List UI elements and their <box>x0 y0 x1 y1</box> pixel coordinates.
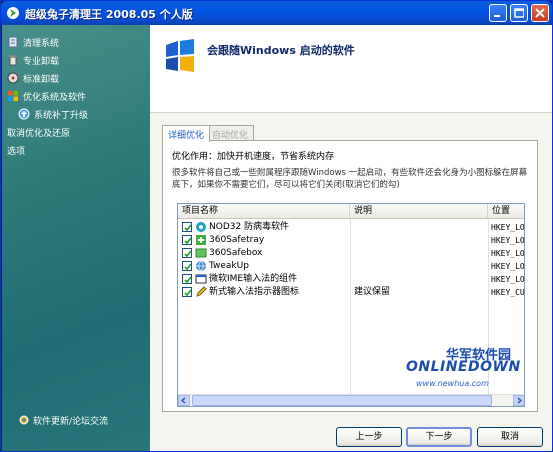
table-row[interactable]: TweakUp HKEY_LO <box>178 260 525 273</box>
checkmark-icon <box>184 289 192 297</box>
sidebar-item-label: 标准卸载 <box>23 74 60 85</box>
sidebar-item-optimize[interactable]: 优化系统及软件 <box>7 88 86 104</box>
tab-detailed[interactable]: 详细优化 <box>162 125 211 142</box>
page-header: 会跟随Windows 启动的软件 <box>150 25 552 113</box>
pen-icon <box>196 286 207 297</box>
sidebar-item-label: 选项 <box>7 146 26 157</box>
sidebar-item-label: 清理系统 <box>23 38 60 49</box>
green-box-icon <box>195 248 207 258</box>
close-icon <box>535 8 545 18</box>
row-checkbox[interactable] <box>182 235 192 245</box>
row-name: NOD32 防病毒软件 <box>209 222 290 232</box>
chevron-left-icon <box>180 397 186 404</box>
list-header: 项目名称 说明 位置 <box>178 204 524 219</box>
row-location: HKEY_LO <box>491 249 525 258</box>
update-forum-link[interactable]: 软件更新/论坛交流 <box>18 413 108 427</box>
maximize-button[interactable] <box>510 4 528 22</box>
checkmark-icon <box>184 224 192 232</box>
checkmark-icon <box>184 263 192 271</box>
tab-panel: 优化作用：加快开机速度，节省系统内存 很多软件将自己或一些附属程序跟随Windo… <box>162 140 538 412</box>
row-desc <box>354 221 486 234</box>
window-icon <box>195 274 207 284</box>
next-button[interactable]: 下一步 <box>406 427 472 447</box>
table-row[interactable]: 新式输入法指示器图标 建议保留 HKEY_CU <box>178 286 525 299</box>
column-header-desc[interactable]: 说明 <box>350 204 488 219</box>
checkmark-icon <box>184 276 192 284</box>
row-checkbox[interactable] <box>182 248 192 258</box>
sidebar: 清理系统 专业卸载 标准卸载 优化系统及软件 系统补丁升级 取消优化及还原 选项… <box>2 25 150 451</box>
cancel-button[interactable]: 取消 <box>477 427 543 447</box>
table-row[interactable]: NOD32 防病毒软件 HKEY_LO <box>178 221 525 234</box>
row-desc <box>354 247 486 260</box>
tab-auto[interactable]: 自动优化 <box>206 125 255 141</box>
maximize-icon <box>514 8 524 18</box>
checkmark-icon <box>184 237 192 245</box>
rabbit-app-icon <box>7 7 19 19</box>
row-name: 360Safebox <box>209 248 263 258</box>
row-location: HKEY_LO <box>491 262 525 271</box>
close-button[interactable] <box>531 4 549 22</box>
minimize-button[interactable] <box>489 4 507 22</box>
optimize-effect-note: 优化作用：加快开机速度，节省系统内存 <box>172 152 335 162</box>
app-window: 超级兔子清理王 2008.05 个人版 清理系统 专业卸载 标准卸载 优化系统及… <box>0 0 553 452</box>
sidebar-item-label: 系统补丁升级 <box>34 110 89 121</box>
row-name: 新式输入法指示器图标 <box>209 287 300 297</box>
patch-icon <box>18 108 30 120</box>
row-name: 360Safetray <box>209 235 265 245</box>
scroll-thumb[interactable] <box>192 395 492 406</box>
trash-icon <box>9 55 17 66</box>
row-location: HKEY_LO <box>491 236 525 245</box>
horizontal-scrollbar[interactable] <box>178 394 524 406</box>
minimize-icon <box>494 15 500 17</box>
sidebar-item-options[interactable]: 选项 <box>7 142 25 158</box>
row-desc: 建议保留 <box>354 287 391 297</box>
row-desc <box>354 260 486 273</box>
row-desc <box>354 234 486 247</box>
update-forum-label: 软件更新/论坛交流 <box>33 416 109 427</box>
sidebar-item-label: 专业卸载 <box>23 56 60 67</box>
windows-startup-icon <box>166 39 194 72</box>
row-checkbox[interactable] <box>182 261 192 271</box>
row-location: HKEY_LO <box>491 223 525 232</box>
prev-button[interactable]: 上一步 <box>336 427 402 447</box>
sidebar-item-label: 优化系统及软件 <box>23 92 87 103</box>
sidebar-item-label: 取消优化及还原 <box>7 128 71 139</box>
row-location: HKEY_LO <box>491 275 525 284</box>
column-header-name[interactable]: 项目名称 <box>178 204 350 219</box>
sidebar-item-undo-restore[interactable]: 取消优化及还原 <box>7 124 70 140</box>
table-row[interactable]: 360Safetray HKEY_LO <box>178 234 525 247</box>
row-location: HKEY_CU <box>491 288 525 297</box>
main-content: 会跟随Windows 启动的软件 详细优化 自动优化 优化作用：加快开机速度，节… <box>150 25 552 451</box>
sidebar-item-clean-system[interactable]: 清理系统 <box>7 34 59 50</box>
nod32-icon <box>196 222 206 232</box>
row-desc <box>354 273 486 286</box>
chevron-right-icon <box>517 397 523 404</box>
table-row[interactable]: 360Safebox HKEY_LO <box>178 247 525 260</box>
column-header-location[interactable]: 位置 <box>488 204 524 219</box>
disc-icon <box>7 72 19 84</box>
sidebar-item-std-uninstall[interactable]: 标准卸载 <box>7 70 59 86</box>
green-plus-icon <box>196 235 206 245</box>
row-checkbox[interactable] <box>182 222 192 232</box>
sidebar-item-pro-uninstall[interactable]: 专业卸载 <box>7 52 59 68</box>
page-title: 会跟随Windows 启动的软件 <box>207 44 355 57</box>
table-row[interactable]: 微软IME输入法的组件 HKEY_LO <box>178 273 525 286</box>
windows-flag-icon <box>8 91 18 101</box>
gear-icon <box>19 415 29 425</box>
row-checkbox[interactable] <box>182 287 192 297</box>
row-checkbox[interactable] <box>182 274 192 284</box>
globe-icon <box>196 260 206 272</box>
panel-description: 很多软件将自己或一些附属程序跟随Windows 一起启动，有些软件还会化身为小图… <box>172 168 528 190</box>
startup-list: 项目名称 说明 位置 NOD32 防病毒软件 HKEY_LO 360Safetr… <box>177 203 525 407</box>
checkmark-icon <box>184 250 192 258</box>
row-name: 微软IME输入法的组件 <box>209 274 298 284</box>
sidebar-item-patch-upgrade[interactable]: 系统补丁升级 <box>18 106 88 122</box>
broom-icon <box>8 36 18 48</box>
window-title: 超级兔子清理王 2008.05 个人版 <box>25 8 193 21</box>
scroll-left-button[interactable] <box>178 395 190 406</box>
title-bar[interactable]: 超级兔子清理王 2008.05 个人版 <box>1 1 552 25</box>
scroll-right-button[interactable] <box>513 395 524 406</box>
row-name: TweakUp <box>209 261 249 271</box>
